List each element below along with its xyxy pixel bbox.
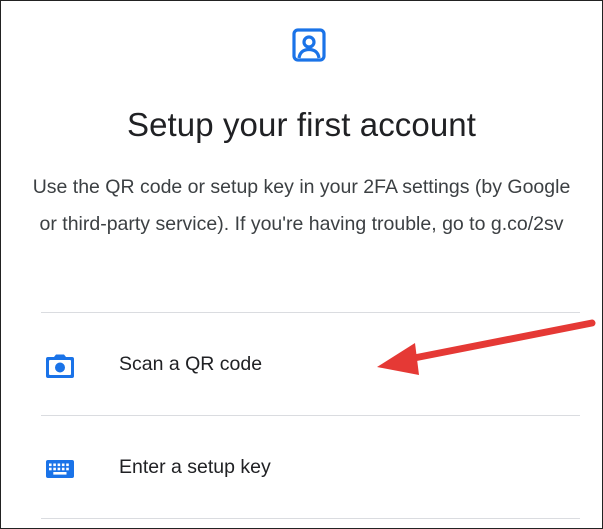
- camera-icon: [46, 354, 74, 378]
- screenshot-frame: Setup your first account Use the QR code…: [0, 0, 603, 529]
- scan-qr-code-label: Scan a QR code: [119, 353, 263, 375]
- page-title: Setup your first account: [126, 106, 477, 143]
- scan-qr-code-option[interactable]: Scan a QR code: [41, 313, 580, 415]
- keyboard-icon: [46, 460, 74, 478]
- account-box-icon: [292, 28, 326, 62]
- setup-instructions: Use the QR code or setup key in your 2FA…: [32, 176, 571, 235]
- enter-setup-key-label: Enter a setup key: [119, 456, 271, 478]
- enter-setup-key-option[interactable]: Enter a setup key: [41, 416, 580, 518]
- divider: [41, 518, 580, 519]
